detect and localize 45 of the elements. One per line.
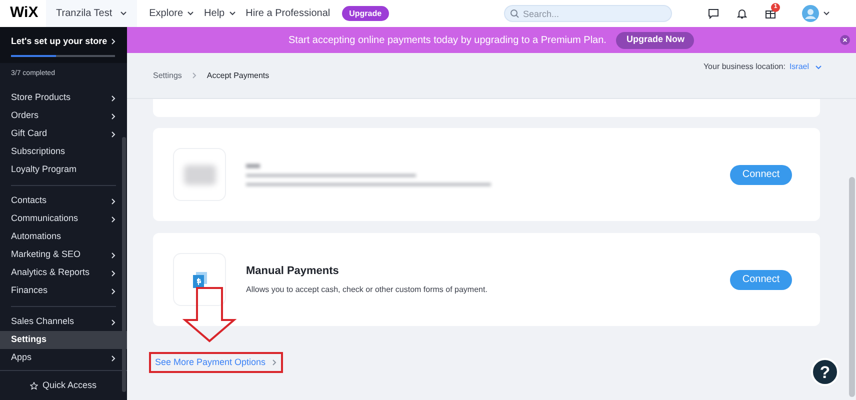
upgrade-button[interactable]: Upgrade bbox=[342, 6, 389, 21]
sidebar-item[interactable]: Store Products bbox=[0, 89, 127, 107]
search-field[interactable]: Search... bbox=[504, 5, 672, 22]
breadcrumb-item[interactable]: Accept Payments bbox=[206, 70, 270, 82]
gift-icon[interactable] bbox=[765, 8, 776, 19]
menu-item[interactable]: Help bbox=[204, 6, 236, 21]
star-icon bbox=[30, 382, 38, 390]
sidebar-item[interactable]: Automations bbox=[0, 228, 127, 246]
chevron-right-icon bbox=[111, 38, 116, 46]
sidebar-item[interactable]: Gift Card bbox=[0, 125, 127, 143]
sidebar-item[interactable]: Finances bbox=[0, 282, 127, 300]
chevron-right-icon bbox=[272, 359, 277, 366]
chevron-right-icon bbox=[192, 72, 197, 79]
provider-description: Allows you to accept cash, check or other custom forms of payment. bbox=[246, 284, 488, 296]
sidebar-item[interactable]: Settings bbox=[0, 331, 127, 349]
sidebar-item[interactable]: Marketing & SEO bbox=[0, 246, 127, 264]
menu-item[interactable]: Hire a Professional bbox=[246, 6, 330, 21]
chevron-icon bbox=[815, 64, 822, 70]
sidebar-item[interactable]: Analytics & Reports bbox=[0, 264, 127, 282]
cash-icon bbox=[192, 272, 206, 288]
logo: WiX bbox=[9, 3, 40, 24]
sidebar-item[interactable]: Sales Channels bbox=[0, 313, 127, 331]
chat-icon[interactable] bbox=[708, 8, 719, 19]
bell-icon[interactable] bbox=[737, 8, 747, 19]
sidebar-item[interactable]: Loyalty Program bbox=[0, 161, 127, 179]
site-switcher[interactable]: Tranzila Test bbox=[46, 0, 138, 27]
banner-text: Start accepting online payments today by upgrading to a Premium Plan. bbox=[288, 34, 606, 48]
breadcrumb-item[interactable]: Settings bbox=[153, 70, 182, 82]
menu-item[interactable]: Explore bbox=[149, 6, 194, 21]
arrow-annotation-icon bbox=[182, 287, 237, 343]
close-icon[interactable] bbox=[840, 35, 850, 45]
blurred-logo bbox=[184, 164, 216, 184]
sidebar-item[interactable]: Subscriptions bbox=[0, 143, 127, 161]
provider-title: Manual Payments bbox=[246, 264, 340, 280]
sidebar-item[interactable]: Communications bbox=[0, 210, 127, 228]
search-icon bbox=[510, 9, 519, 18]
location-label: Your business location: bbox=[703, 61, 786, 73]
upgrade-now-button[interactable]: Upgrade Now bbox=[616, 32, 694, 48]
sidebar-item[interactable]: Contacts bbox=[0, 192, 127, 210]
setup-title[interactable]: Let's set up your store bbox=[11, 35, 108, 48]
sidebar-item[interactable]: Orders bbox=[0, 107, 127, 125]
chevron-icon bbox=[120, 11, 128, 16]
help-button[interactable]: ? bbox=[811, 358, 839, 386]
sidebar-item[interactable]: Apps bbox=[0, 349, 127, 367]
chevron-icon bbox=[823, 11, 830, 16]
